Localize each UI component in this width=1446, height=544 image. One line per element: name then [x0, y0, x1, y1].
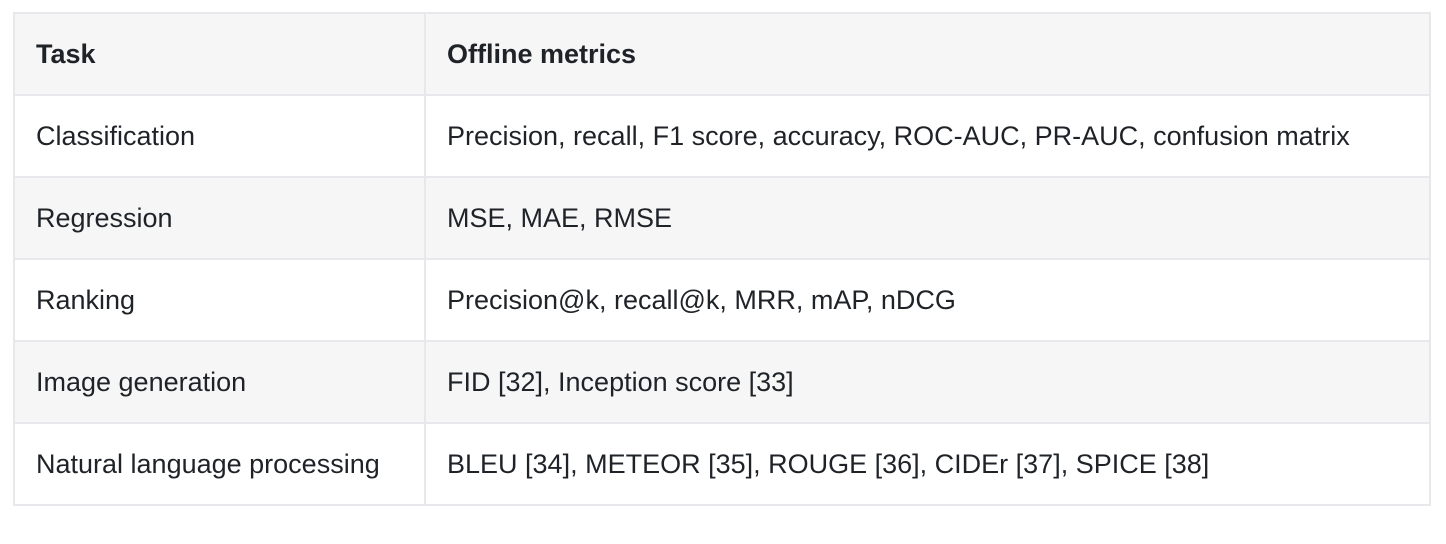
table-row: Image generation FID [32], Inception sco… — [13, 340, 1431, 424]
task-cell: Classification — [13, 94, 426, 178]
metrics-cell: Precision@k, recall@k, MRR, mAP, nDCG — [424, 258, 1431, 342]
task-cell: Natural language processing — [13, 422, 426, 506]
metrics-cell: FID [32], Inception score [33] — [424, 340, 1431, 424]
table-row: Natural language processing BLEU [34], M… — [13, 422, 1431, 506]
metrics-cell: BLEU [34], METEOR [35], ROUGE [36], CIDE… — [424, 422, 1431, 506]
metrics-cell: Precision, recall, F1 score, accuracy, R… — [424, 94, 1431, 178]
table-row: Classification Precision, recall, F1 sco… — [13, 94, 1431, 178]
table-row: Regression MSE, MAE, RMSE — [13, 176, 1431, 260]
task-cell: Ranking — [13, 258, 426, 342]
column-header-offline-metrics: Offline metrics — [424, 12, 1431, 96]
metrics-cell: MSE, MAE, RMSE — [424, 176, 1431, 260]
task-cell: Regression — [13, 176, 426, 260]
offline-metrics-table: Task Offline metrics Classification Prec… — [13, 12, 1431, 506]
task-cell: Image generation — [13, 340, 426, 424]
table-header-row: Task Offline metrics — [13, 12, 1431, 96]
column-header-task: Task — [13, 12, 426, 96]
table-row: Ranking Precision@k, recall@k, MRR, mAP,… — [13, 258, 1431, 342]
